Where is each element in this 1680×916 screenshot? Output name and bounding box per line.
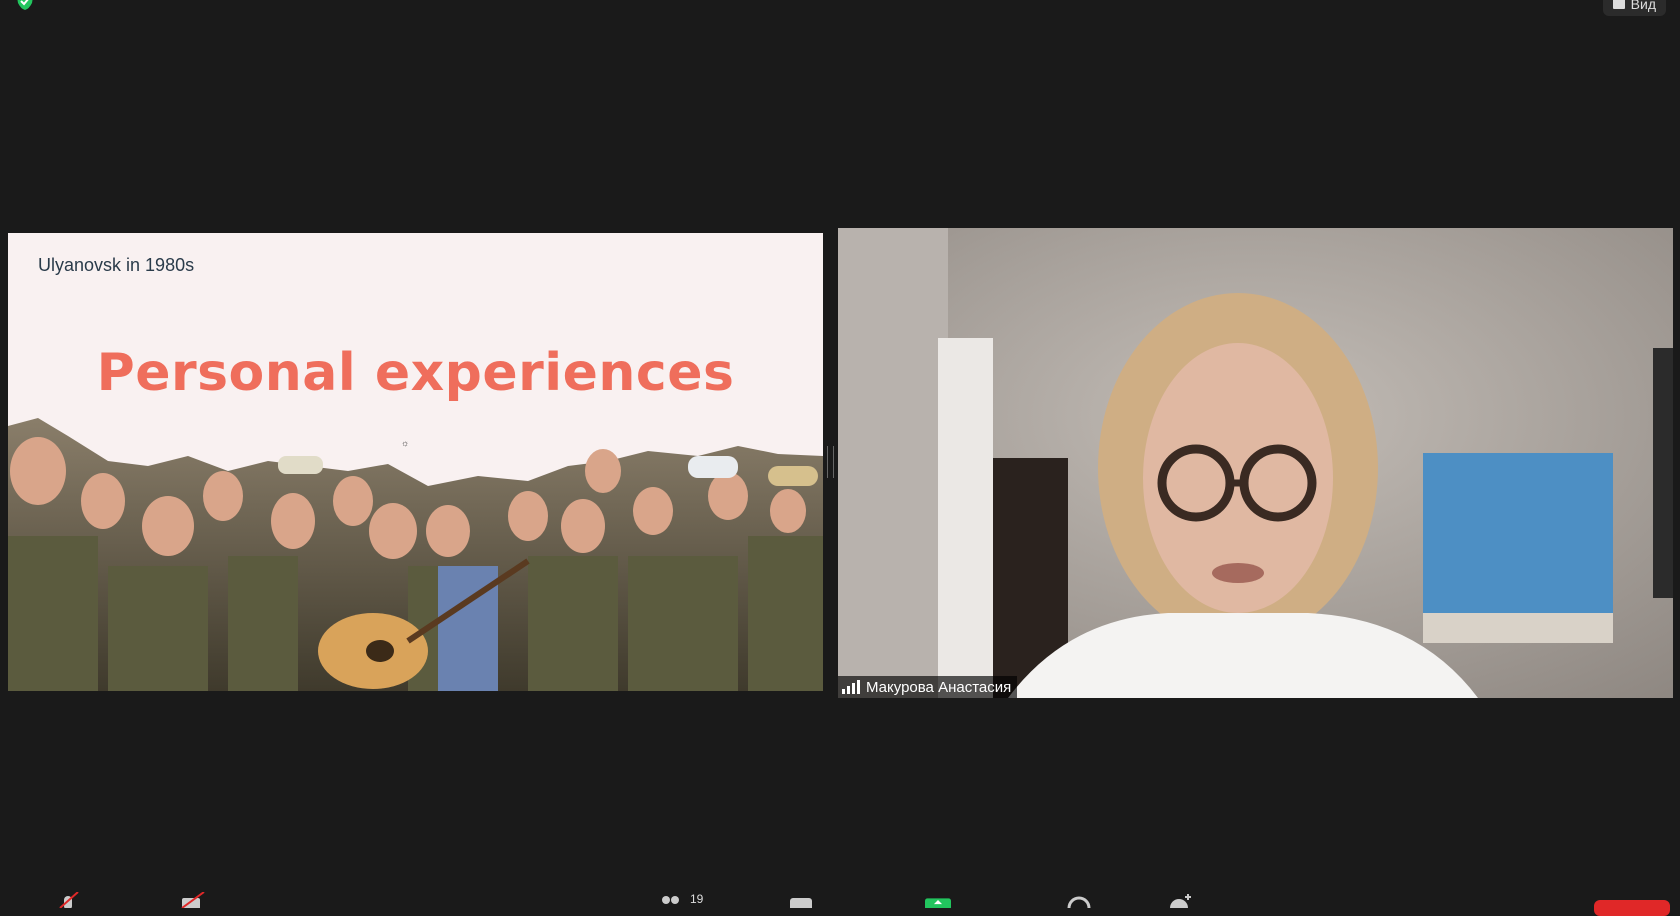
participant-name: Макурова Анастасия: [866, 678, 1012, 696]
view-button[interactable]: Вид: [1602, 0, 1666, 16]
security-shield-icon[interactable]: [16, 0, 34, 10]
view-button-label: Вид: [1630, 0, 1656, 12]
record-icon[interactable]: [1066, 892, 1092, 908]
view-splitter-handle[interactable]: [827, 446, 834, 478]
view-icon: [1612, 0, 1625, 9]
participant-video[interactable]: Макурова Анастасия: [838, 228, 1673, 698]
end-meeting-button[interactable]: [1594, 900, 1670, 916]
chat-icon[interactable]: [788, 892, 814, 908]
participant-name-tag: Макурова Анастасия: [838, 676, 1018, 698]
slide-title: Personal experiences: [96, 343, 735, 403]
mic-muted-icon[interactable]: [58, 892, 84, 908]
participants-icon[interactable]: [658, 892, 684, 908]
share-screen-icon[interactable]: [925, 892, 951, 908]
shared-screen: Ulyanovsk in 1980s Personal experiences …: [8, 233, 823, 691]
group-photo-image: [8, 418, 823, 691]
reactions-icon[interactable]: [1168, 892, 1194, 908]
video-off-icon[interactable]: [180, 892, 206, 908]
connection-signal-icon: [842, 680, 860, 694]
meeting-toolbar: 19: [0, 874, 1680, 916]
webcam-feed-image: [838, 228, 1673, 698]
slide-subtitle: Ulyanovsk in 1980s: [38, 255, 195, 275]
